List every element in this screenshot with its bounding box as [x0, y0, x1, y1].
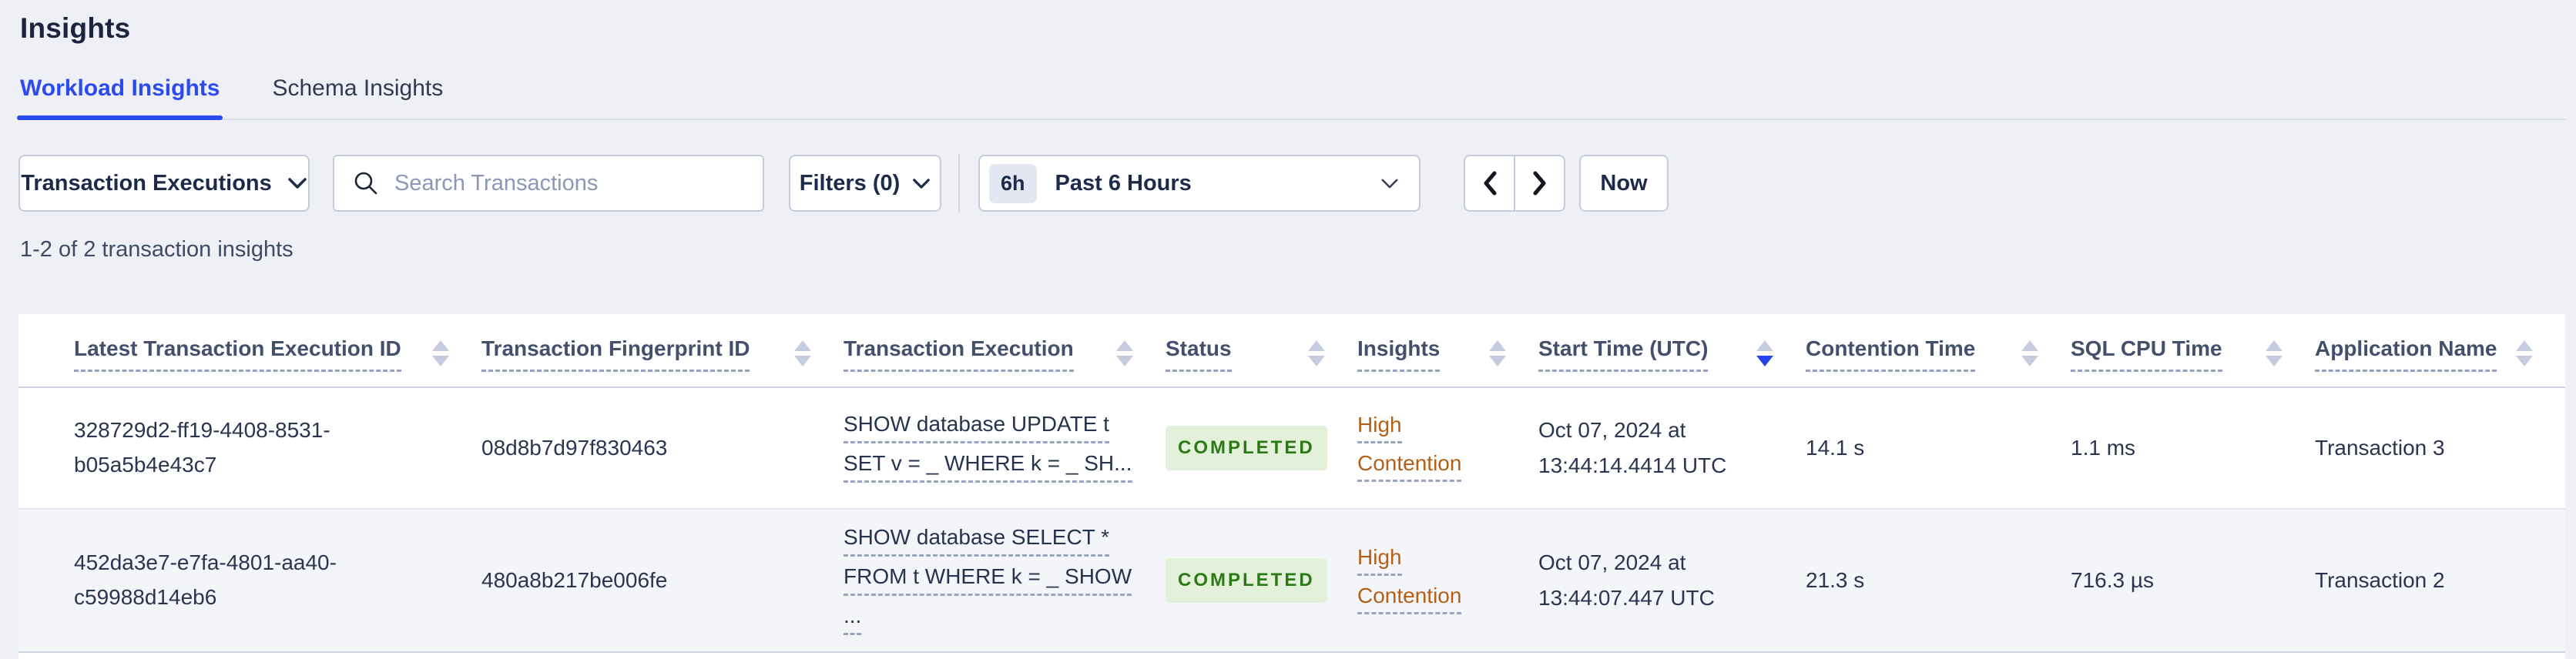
column-label[interactable]: Application Name — [2315, 336, 2497, 372]
column-header-latest-transaction-execution-id[interactable]: Latest Transaction Execution ID — [18, 314, 481, 388]
column-label[interactable]: Contention Time — [1806, 336, 1976, 372]
transaction-execution-link[interactable]: SHOW database SELECT * — [844, 524, 1109, 557]
chevron-down-icon — [1381, 179, 1398, 188]
transaction-insights-table: Latest Transaction Execution ID Transact… — [18, 314, 2565, 653]
page-title: Insights — [20, 12, 131, 44]
insights-cell: High Contention — [1357, 387, 1538, 510]
column-header-contention-time[interactable]: Contention Time — [1806, 314, 2071, 388]
view-type-dropdown[interactable]: Transaction Executions — [18, 155, 310, 212]
column-header-insights[interactable]: Insights — [1357, 314, 1538, 388]
start-time-cell: Oct 07, 2024 at 13:44:14.4414 UTC — [1538, 387, 1806, 510]
insights-table-card: Latest Transaction Execution ID Transact… — [18, 314, 2565, 659]
application-name-cell: Transaction 3 — [2315, 387, 2565, 510]
sql-cpu-time-cell: 1.1 ms — [2071, 387, 2315, 510]
application-name-cell: Transaction 2 — [2315, 509, 2565, 653]
column-label[interactable]: Latest Transaction Execution ID — [74, 336, 401, 372]
table-row: 328729d2-ff19-4408-8531-b05a5b4e43c7 08d… — [18, 387, 2565, 510]
high-contention-link[interactable]: High — [1357, 411, 1402, 443]
execution-id-cell: 452da3e7-e7fa-4801-aa40-c59988d14eb6 — [18, 509, 481, 653]
high-contention-link[interactable]: High — [1357, 544, 1402, 576]
sort-icon[interactable] — [1489, 340, 1506, 366]
table-header-row: Latest Transaction Execution ID Transact… — [18, 314, 2565, 388]
view-type-dropdown-label: Transaction Executions — [21, 170, 272, 196]
chevron-down-icon — [288, 178, 307, 189]
chevron-down-icon — [913, 178, 931, 189]
search-box[interactable] — [333, 155, 764, 212]
column-label[interactable]: Transaction Execution — [844, 336, 1074, 372]
sort-icon[interactable] — [2516, 340, 2533, 366]
fingerprint-id-cell: 08d8b7d97f830463 — [481, 387, 844, 510]
transaction-execution-cell: SHOW database UPDATE t SET v = _ WHERE k… — [844, 387, 1166, 510]
sort-icon[interactable] — [1116, 340, 1133, 366]
transaction-execution-link[interactable]: FROM t WHERE k = _ SHOW — [844, 563, 1132, 596]
now-button[interactable]: Now — [1579, 155, 1669, 212]
chevron-left-icon — [1484, 171, 1496, 196]
status-cell: COMPLETED — [1166, 387, 1357, 510]
transaction-execution-link[interactable]: ... — [844, 602, 862, 635]
sort-icon[interactable] — [2266, 340, 2283, 366]
filters-button-label: Filters (0) — [799, 170, 901, 196]
tab-bar: Workload Insights Schema Insights — [17, 75, 2565, 120]
status-badge: COMPLETED — [1166, 557, 1327, 604]
column-header-status[interactable]: Status — [1166, 314, 1357, 388]
sort-icon[interactable] — [794, 340, 811, 366]
chevron-right-icon — [1533, 171, 1545, 196]
sort-icon[interactable] — [432, 340, 449, 366]
now-button-label: Now — [1600, 170, 1648, 196]
table-row: 452da3e7-e7fa-4801-aa40-c59988d14eb6 480… — [18, 509, 2565, 653]
contention-time-cell: 14.1 s — [1806, 387, 2071, 510]
time-interval-badge: 6h — [989, 163, 1037, 203]
tab-schema-insights[interactable]: Schema Insights — [269, 75, 446, 119]
toolbar-divider — [958, 154, 960, 212]
column-label[interactable]: Insights — [1357, 336, 1441, 372]
sort-icon[interactable] — [2021, 340, 2038, 366]
column-label[interactable]: SQL CPU Time — [2071, 336, 2222, 372]
column-header-transaction-fingerprint-id[interactable]: Transaction Fingerprint ID — [481, 314, 844, 388]
execution-id-cell: 328729d2-ff19-4408-8531-b05a5b4e43c7 — [18, 387, 481, 510]
transaction-execution-link[interactable]: SHOW database UPDATE t — [844, 410, 1109, 443]
filters-button[interactable]: Filters (0) — [789, 155, 941, 212]
insights-cell: High Contention — [1357, 509, 1538, 653]
time-nav-buttons — [1464, 155, 1565, 212]
search-icon — [354, 172, 377, 195]
column-header-transaction-execution[interactable]: Transaction Execution — [844, 314, 1166, 388]
next-time-button[interactable] — [1514, 155, 1565, 212]
fingerprint-id-cell: 480a8b217be006fe — [481, 509, 844, 653]
previous-time-button[interactable] — [1464, 155, 1515, 212]
column-label[interactable]: Transaction Fingerprint ID — [481, 336, 750, 372]
transaction-execution-cell: SHOW database SELECT * FROM t WHERE k = … — [844, 509, 1166, 653]
time-range-label: Past 6 Hours — [1055, 170, 1192, 196]
contention-time-cell: 21.3 s — [1806, 509, 2071, 653]
column-header-application-name[interactable]: Application Name — [2315, 314, 2565, 388]
toolbar: Transaction Executions Filters (0) 6h Pa… — [18, 154, 2576, 212]
time-range-dropdown[interactable]: 6h Past 6 Hours — [978, 155, 1420, 212]
start-time-cell: Oct 07, 2024 at 13:44:07.447 UTC — [1538, 509, 1806, 653]
sort-icon-active-desc[interactable] — [1756, 340, 1773, 366]
status-badge: COMPLETED — [1166, 425, 1327, 471]
high-contention-link[interactable]: Contention — [1357, 450, 1462, 482]
results-count: 1-2 of 2 transaction insights — [20, 237, 293, 262]
column-label[interactable]: Status — [1166, 336, 1232, 372]
high-contention-link[interactable]: Contention — [1357, 582, 1462, 614]
status-cell: COMPLETED — [1166, 509, 1357, 653]
sort-icon[interactable] — [1308, 340, 1325, 366]
search-input[interactable] — [394, 170, 763, 196]
column-label[interactable]: Start Time (UTC) — [1538, 336, 1709, 372]
sql-cpu-time-cell: 716.3 µs — [2071, 509, 2315, 653]
column-header-start-time[interactable]: Start Time (UTC) — [1538, 314, 1806, 388]
tab-workload-insights[interactable]: Workload Insights — [17, 75, 223, 120]
transaction-execution-link[interactable]: SET v = _ WHERE k = _ SH... — [844, 450, 1132, 483]
column-header-sql-cpu-time[interactable]: SQL CPU Time — [2071, 314, 2315, 388]
